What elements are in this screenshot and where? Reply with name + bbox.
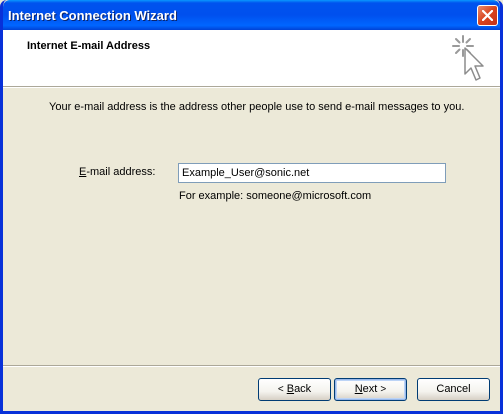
wizard-sparkle-cursor-icon <box>452 35 484 81</box>
footer-divider <box>3 365 500 367</box>
next-button[interactable]: Next > <box>334 378 407 401</box>
email-field[interactable] <box>178 163 446 183</box>
next-mnemonic: N <box>354 383 363 395</box>
next-label: ext <box>362 383 378 395</box>
example-hint: For example: someone@microsoft.com <box>179 190 372 202</box>
page-title: Internet E-mail Address <box>27 40 151 52</box>
wizard-window: Internet Connection Wizard Internet E-ma… <box>0 0 503 414</box>
back-arrow: < <box>277 384 284 395</box>
close-button[interactable] <box>477 5 498 26</box>
email-label: E-mail address: <box>79 166 155 178</box>
back-mnemonic: B <box>286 383 295 395</box>
cancel-button[interactable]: Cancel <box>417 378 490 401</box>
title-bar[interactable]: Internet Connection Wizard <box>3 0 500 30</box>
next-arrow: > <box>380 384 387 395</box>
close-icon <box>482 10 493 21</box>
email-label-text: -mail address: <box>86 166 156 178</box>
header-divider <box>3 86 500 88</box>
window-title: Internet Connection Wizard <box>8 8 177 23</box>
intro-text: Your e-mail address is the address other… <box>49 101 465 113</box>
back-label: ack <box>294 383 312 395</box>
wizard-header: Internet E-mail Address <box>3 30 500 86</box>
back-button[interactable]: < Back <box>258 378 331 401</box>
